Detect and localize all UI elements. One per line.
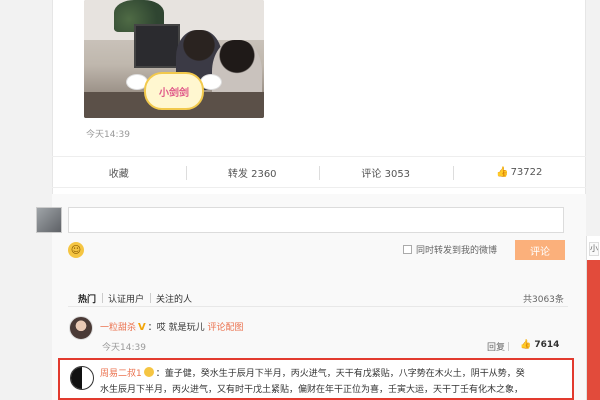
current-user-avatar[interactable] — [36, 207, 62, 233]
yin-half — [71, 367, 82, 389]
post-action-bar: 收藏 转发 2360 评论 3053 👍 73722 — [52, 156, 586, 188]
commenter-avatar[interactable] — [69, 316, 93, 340]
repost-checkbox-label[interactable]: 同时转发到我的微博 — [416, 243, 497, 256]
side-panel-tab[interactable]: 小 — [589, 242, 599, 256]
tab-hot[interactable]: 热门 — [76, 292, 102, 305]
thumbs-up-icon: 👍 — [496, 166, 509, 178]
side-panel-red-block — [587, 260, 600, 400]
comment-body: 周易二叔1 ：董子健，癸水生于辰月下半月，丙火进气，天干有戊紧贴，八字势在木火土，… — [100, 366, 568, 398]
verified-badge-icon: V — [138, 322, 146, 333]
side-panel-edge: 小 — [586, 236, 600, 400]
divider — [68, 306, 568, 307]
comment-text: ：哎 就是玩儿 — [147, 323, 205, 333]
comment-like-count: 7614 — [534, 340, 560, 350]
image-monitor — [134, 24, 180, 68]
emoji-icon — [143, 367, 154, 377]
comment-button[interactable]: 评论 3053 — [319, 157, 453, 187]
like-button[interactable]: 👍 73722 — [452, 157, 587, 187]
tab-following[interactable]: 关注的人 — [150, 292, 198, 305]
repost-button[interactable]: 转发 2360 — [185, 157, 320, 187]
repost-label: 转发 2360 — [227, 168, 277, 180]
comment-label: 评论 3053 — [361, 168, 411, 180]
comment-timestamp: 今天14:39 — [102, 343, 146, 353]
post-timestamp[interactable]: 今天14:39 — [86, 127, 130, 140]
favorite-label: 收藏 — [108, 168, 129, 180]
yin-yang-avatar[interactable] — [70, 366, 94, 390]
repost-checkbox[interactable] — [403, 245, 412, 254]
comment-input[interactable] — [68, 207, 564, 233]
submit-comment-button[interactable]: 评论 — [515, 240, 565, 260]
comment-image-link[interactable]: 评论配图 — [208, 323, 244, 333]
like-count: 73722 — [510, 166, 543, 178]
divider — [508, 342, 509, 351]
favorite-button[interactable]: 收藏 — [52, 157, 186, 187]
image-sticker: 小剑剑 — [144, 72, 204, 110]
sticker-text: 小剑剑 — [159, 87, 189, 99]
commenter-name[interactable]: 周易二叔1 — [100, 369, 142, 379]
comment-text-line2: 水生辰月下半月，丙火进气，又有时干戊土紧贴，偏财在年干正位为喜，壬寅大运，天干丁… — [100, 385, 524, 395]
commenter-name[interactable]: 一粒甜杀 — [100, 323, 136, 333]
comment-total-count: 共3063条 — [523, 295, 564, 305]
tab-verified-users[interactable]: 认证用户 — [102, 292, 150, 305]
comment-text-line1: ：董子健，癸水生于辰月下半月，丙火进气，天干有戊紧贴，八字势在木火土，阴干从势，… — [155, 369, 525, 379]
comment-body: 一粒甜杀 V ：哎 就是玩儿 评论配图 — [100, 320, 244, 333]
comment-like-button[interactable]: 👍 7614 — [520, 340, 559, 350]
smiley-icon[interactable]: ☺ — [68, 242, 84, 258]
post-image[interactable]: 小剑剑 — [84, 0, 264, 118]
reply-button[interactable]: 回复 — [487, 340, 505, 353]
thumbs-up-icon: 👍 — [520, 340, 532, 350]
comment-filter-tabs: 热门 认证用户 关注的人 — [76, 292, 198, 305]
